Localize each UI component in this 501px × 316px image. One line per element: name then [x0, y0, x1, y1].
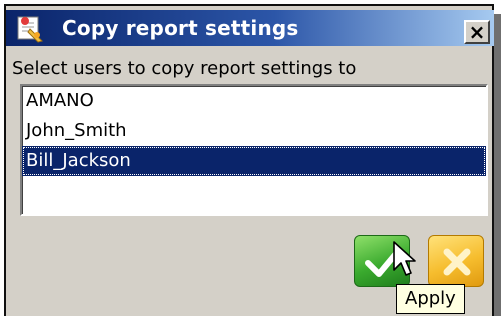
list-item-user[interactable]: John_Smith [22, 116, 486, 146]
report-settings-icon [16, 15, 46, 43]
close-button[interactable]: × [464, 20, 490, 44]
user-listbox[interactable]: AMANO John_Smith Bill_Jackson [20, 84, 488, 216]
title-bar: Copy report settings × [6, 10, 494, 46]
apply-tooltip: Apply [396, 284, 465, 314]
list-item-user[interactable]: AMANO [22, 86, 486, 116]
window-title: Copy report settings [62, 16, 299, 40]
mouse-pointer-icon [393, 241, 416, 276]
close-icon: × [468, 20, 486, 44]
instruction-label: Select users to copy report settings to [12, 58, 357, 79]
close-x-icon [443, 248, 471, 276]
list-item-user-selected[interactable]: Bill_Jackson [22, 146, 486, 176]
cancel-button[interactable] [428, 235, 484, 287]
